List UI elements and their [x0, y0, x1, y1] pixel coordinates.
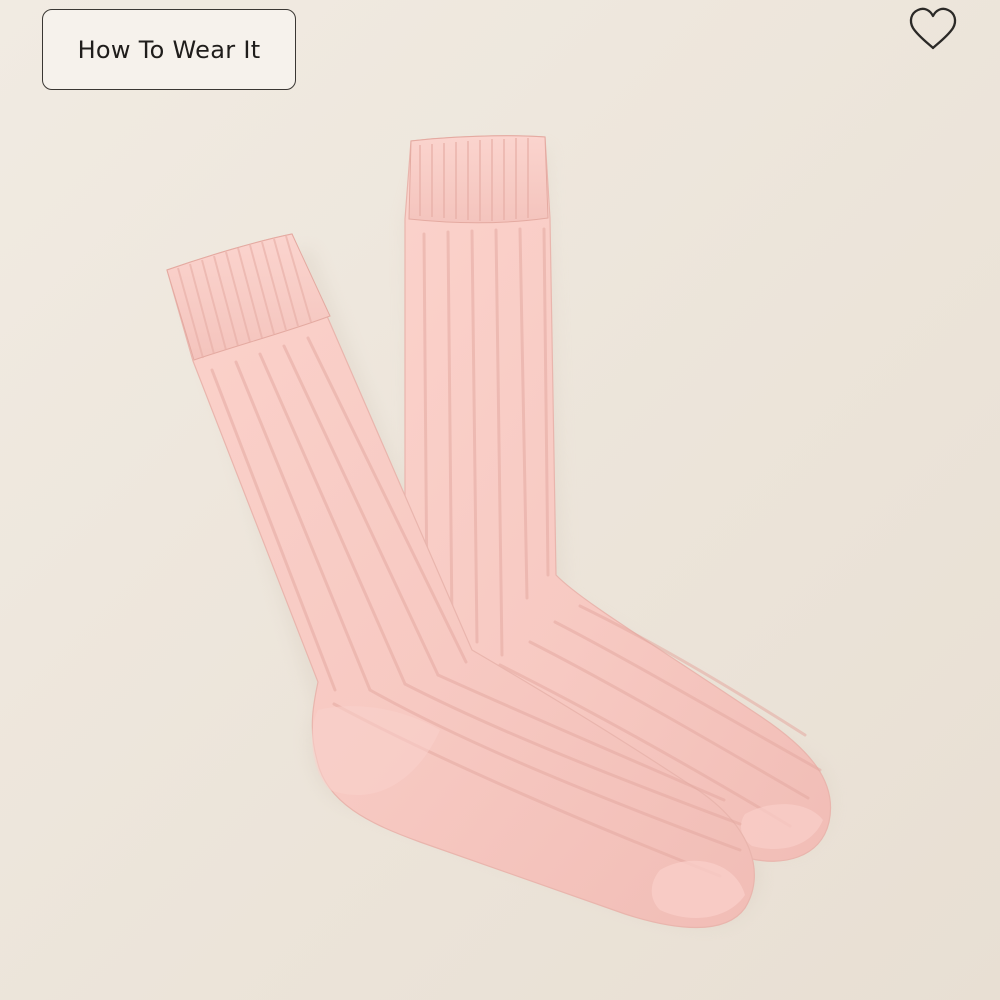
pink-socks-product-image [0, 0, 1000, 1000]
favorite-button[interactable] [904, 4, 962, 54]
heart-icon [909, 7, 957, 50]
how-to-wear-it-label: How To Wear It [77, 35, 261, 64]
how-to-wear-it-button[interactable]: How To Wear It [42, 9, 296, 90]
product-image-viewer: How To Wear It [0, 0, 1000, 1000]
